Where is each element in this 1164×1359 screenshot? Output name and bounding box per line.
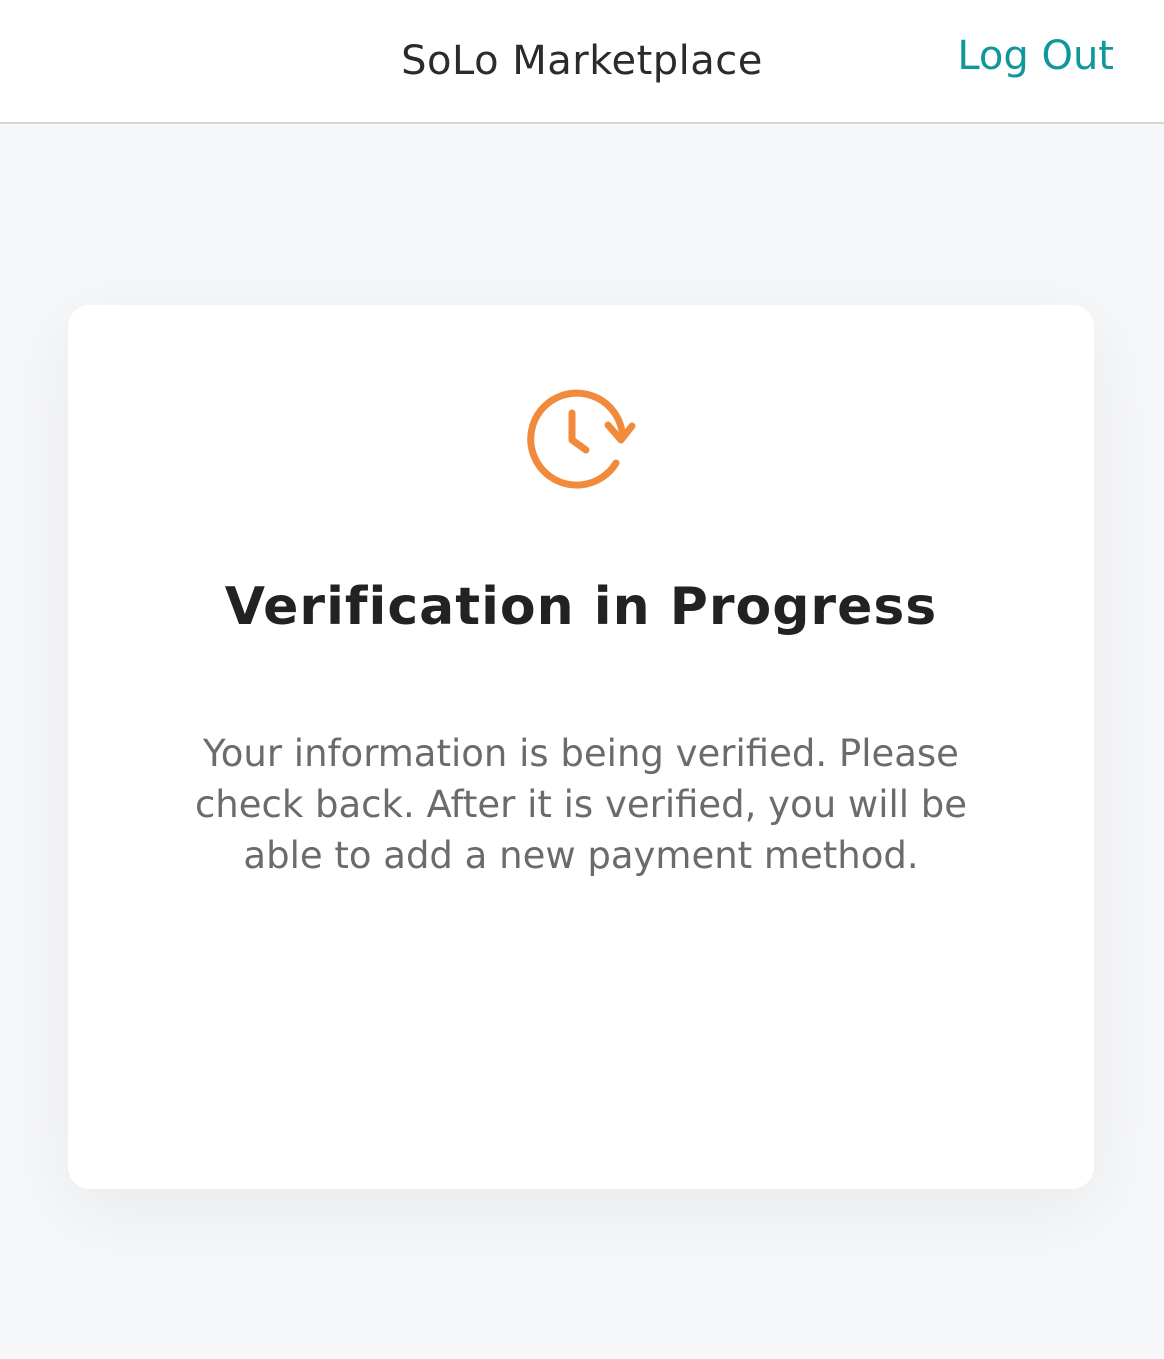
card-title: Verification in Progress — [224, 577, 938, 637]
screen: SoLo Marketplace Log Out Verification in… — [0, 0, 1164, 1359]
logout-button[interactable]: Log Out — [957, 32, 1114, 80]
verification-message: Your information is being verified. Plea… — [194, 732, 968, 877]
clock-refresh-icon — [527, 389, 636, 489]
verification-card: Verification in Progress Your informatio… — [68, 305, 1094, 1189]
app-header: SoLo Marketplace Log Out — [0, 0, 1164, 124]
